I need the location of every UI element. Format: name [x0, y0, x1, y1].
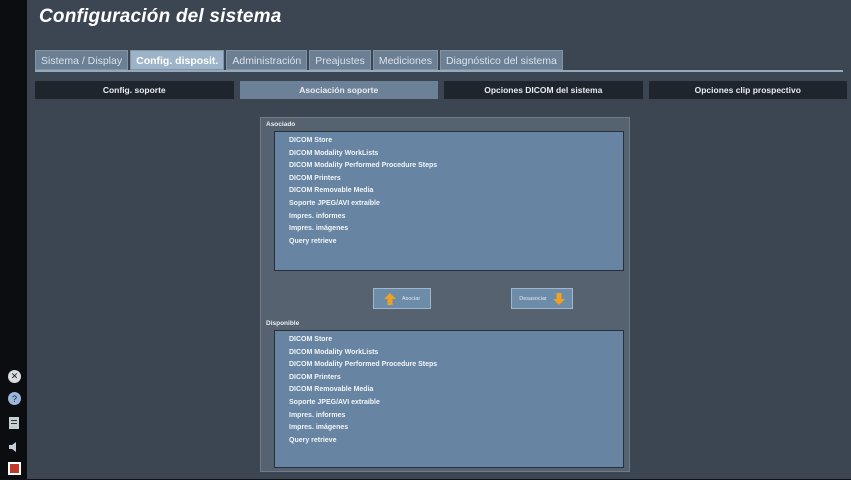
title-bar: Configuración del sistema [27, 0, 851, 44]
association-panel: Asociado DICOM Store DICOM Modality Work… [260, 117, 630, 472]
list-item[interactable]: DICOM Removable Media [289, 185, 623, 198]
disassociate-button[interactable]: Desasociar [511, 288, 573, 309]
list-item[interactable]: Query retrieve [289, 236, 623, 249]
associated-label: Asociado [266, 121, 296, 128]
page-title: Configuración del sistema [39, 6, 282, 27]
disassociate-label: Desasociar [519, 295, 547, 302]
list-item[interactable]: Impres. informes [289, 211, 623, 224]
available-label: Disponible [266, 320, 300, 327]
subtab-config-soporte[interactable]: Config. soporte [35, 81, 234, 99]
list-item[interactable]: DICOM Modality WorkLists [289, 347, 623, 360]
list-item[interactable]: Impres. informes [289, 410, 623, 423]
list-item[interactable]: DICOM Store [289, 334, 623, 347]
main-tabs: Sistema / Display Config. disposit. Admi… [35, 50, 563, 70]
list-item[interactable]: Impres. imágenes [289, 223, 623, 236]
arrow-up-icon [383, 292, 396, 305]
associate-label: Asociar [401, 295, 421, 302]
list-item[interactable]: Soporte JPEG/AVI extraíble [289, 397, 623, 410]
list-item[interactable]: Soporte JPEG/AVI extraíble [289, 198, 623, 211]
sub-tabs: Config. soporte Asociación soporte Opcio… [35, 81, 847, 99]
list-item[interactable]: DICOM Modality Performed Procedure Steps [289, 359, 623, 372]
list-item[interactable]: DICOM Store [289, 135, 623, 148]
list-item[interactable]: DICOM Modality Performed Procedure Steps [289, 160, 623, 173]
arrow-down-icon [552, 292, 565, 305]
subtab-opciones-dicom[interactable]: Opciones DICOM del sistema [444, 81, 643, 99]
list-item[interactable]: Query retrieve [289, 435, 623, 448]
document-icon[interactable] [8, 416, 20, 435]
tab-diagnostico[interactable]: Diagnóstico del sistema [439, 50, 563, 70]
list-item[interactable]: DICOM Removable Media [289, 384, 623, 397]
tab-config-disposit[interactable]: Config. disposit. [130, 50, 225, 70]
help-circle-icon[interactable]: ? [8, 392, 21, 405]
tab-sistema-display[interactable]: Sistema / Display [35, 50, 129, 70]
list-item[interactable]: DICOM Modality WorkLists [289, 148, 623, 161]
associated-list[interactable]: DICOM Store DICOM Modality WorkLists DIC… [274, 131, 624, 271]
app-icon[interactable] [8, 462, 21, 480]
speaker-icon[interactable] [8, 440, 20, 458]
subtab-opciones-clip[interactable]: Opciones clip prospectivo [648, 81, 847, 99]
tab-administracion[interactable]: Administración [226, 50, 308, 70]
tab-mediciones[interactable]: Mediciones [372, 50, 438, 70]
left-status-bar: ✕ ? [0, 0, 27, 479]
list-item[interactable]: DICOM Printers [289, 372, 623, 385]
associate-button[interactable]: Asociar [373, 288, 431, 309]
close-circle-icon[interactable]: ✕ [8, 370, 21, 383]
subtab-asociacion-soporte[interactable]: Asociación soporte [239, 81, 438, 99]
list-item[interactable]: DICOM Printers [289, 173, 623, 186]
list-item[interactable]: Impres. imágenes [289, 422, 623, 435]
tab-divider [35, 70, 843, 72]
tab-preajustes[interactable]: Preajustes [309, 50, 371, 70]
available-list[interactable]: DICOM Store DICOM Modality WorkLists DIC… [274, 330, 624, 468]
main-area: Configuración del sistema Sistema / Disp… [27, 0, 851, 479]
